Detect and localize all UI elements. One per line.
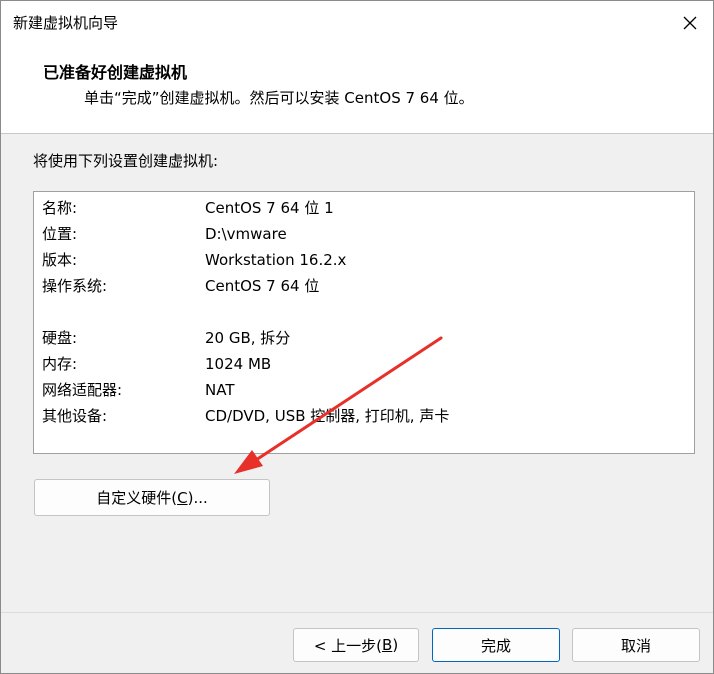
back-prefix: < 上一步(	[313, 636, 383, 655]
summary-value: CentOS 7 64 位	[205, 277, 320, 295]
summary-row-name: 名称: CentOS 7 64 位 1	[34, 195, 694, 221]
summary-label: 版本:	[42, 251, 78, 269]
finish-label: 完成	[480, 636, 511, 655]
cancel-button[interactable]: 取消	[572, 628, 700, 662]
customize-prefix: 自定义硬件(	[96, 489, 178, 507]
settings-intro-text: 将使用下列设置创建虚拟机:	[33, 152, 219, 170]
summary-label: 位置:	[42, 225, 78, 243]
summary-value: NAT	[205, 381, 235, 399]
wizard-header: 已准备好创建虚拟机 单击“完成”创建虚拟机。然后可以安装 CentOS 7 64…	[1, 45, 713, 134]
summary-label: 硬盘:	[42, 329, 78, 347]
summary-row-location: 位置: D:\vmware	[34, 221, 694, 247]
summary-value: 20 GB, 拆分	[205, 329, 291, 347]
summary-label: 网络适配器:	[42, 381, 123, 399]
summary-label: 操作系统:	[42, 277, 108, 295]
new-vm-wizard-dialog: 新建虚拟机向导 已准备好创建虚拟机 单击“完成”创建虚拟机。然后可以安装 Cen…	[0, 0, 714, 674]
summary-row-other-devices: 其他设备: CD/DVD, USB 控制器, 打印机, 声卡	[34, 403, 694, 429]
summary-label: 内存:	[42, 355, 78, 373]
summary-row-disk: 硬盘: 20 GB, 拆分	[34, 325, 694, 351]
summary-value: CentOS 7 64 位 1	[205, 199, 334, 217]
summary-value: Workstation 16.2.x	[205, 251, 347, 269]
summary-value: D:\vmware	[205, 225, 287, 243]
header-subtitle: 单击“完成”创建虚拟机。然后可以安装 CentOS 7 64 位。	[84, 89, 474, 107]
window-title: 新建虚拟机向导	[13, 14, 119, 32]
summary-row-network: 网络适配器: NAT	[34, 377, 694, 403]
footer-divider	[1, 612, 713, 613]
header-title: 已准备好创建虚拟机	[43, 63, 188, 82]
close-button[interactable]	[667, 1, 713, 45]
summary-row-os: 操作系统: CentOS 7 64 位	[34, 273, 694, 299]
close-icon	[683, 16, 697, 30]
settings-summary-box: 名称: CentOS 7 64 位 1 位置: D:\vmware 版本: Wo…	[33, 191, 695, 454]
cancel-label: 取消	[620, 636, 651, 655]
summary-value: CD/DVD, USB 控制器, 打印机, 声卡	[205, 407, 450, 425]
summary-value: 1024 MB	[205, 355, 272, 373]
finish-button[interactable]: 完成	[432, 628, 560, 662]
summary-row-version: 版本: Workstation 16.2.x	[34, 247, 694, 273]
back-suffix: )	[392, 636, 399, 654]
back-access-key: B	[382, 636, 393, 654]
back-button[interactable]: < 上一步(B)	[293, 628, 419, 662]
title-bar: 新建虚拟机向导	[1, 1, 713, 45]
customize-hardware-button[interactable]: 自定义硬件(C)...	[34, 479, 270, 516]
summary-label: 名称:	[42, 199, 78, 217]
customize-access-key: C	[177, 488, 188, 507]
summary-label: 其他设备:	[42, 407, 108, 425]
summary-row-memory: 内存: 1024 MB	[34, 351, 694, 377]
customize-suffix: )...	[187, 488, 208, 507]
